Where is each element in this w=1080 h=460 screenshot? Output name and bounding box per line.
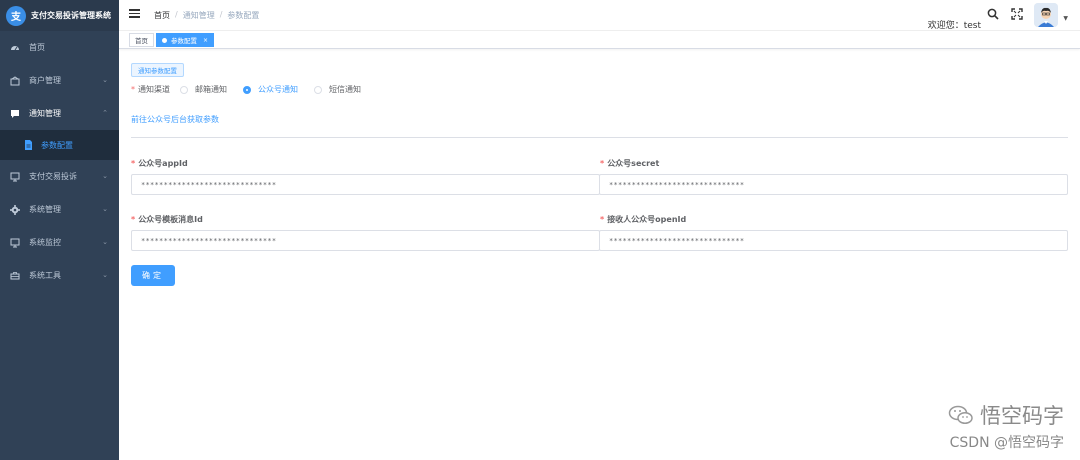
complaint-icon <box>10 172 20 182</box>
chevron-down-icon: ⌄ <box>102 76 108 84</box>
radio-circle <box>180 85 188 94</box>
sidebar-item-monitor[interactable]: 系统监控 ⌄ <box>0 226 119 259</box>
breadcrumb-level1: 通知管理 <box>182 11 215 20</box>
chevron-down-icon: ⌄ <box>102 172 108 180</box>
radio-label: 公众号通知 <box>258 85 298 94</box>
caret-down-icon[interactable]: ▼ <box>1063 15 1068 22</box>
main-content: 通知参数配置 * 通知渠道 邮箱通知 公众号通知 短信通知 前往公众号后台获取参… <box>119 49 1080 460</box>
radio-email[interactable]: 邮箱通知 <box>180 84 227 95</box>
avatar[interactable] <box>1034 3 1058 27</box>
radio-circle <box>243 85 251 94</box>
required-mark: * <box>131 85 135 94</box>
tag-params-active[interactable]: 参数配置 × <box>156 33 215 47</box>
get-params-link[interactable]: 前往公众号后台获取参数 <box>131 114 219 125</box>
field-label-text: 公众号appId <box>138 159 188 168</box>
field-label-text: 接收人公众号openId <box>607 215 687 224</box>
channel-row: * 通知渠道 邮箱通知 公众号通知 短信通知 <box>131 84 377 95</box>
tag-label: 参数配置 <box>171 37 197 45</box>
appid-input[interactable]: ****************************** <box>131 174 600 195</box>
watermark-line1: 悟空码字 <box>948 400 1064 430</box>
close-icon[interactable]: × <box>203 37 208 44</box>
sidebar-item-system[interactable]: 系统管理 ⌄ <box>0 193 119 226</box>
sidebar-item-label: 商户管理 <box>29 76 61 85</box>
document-icon <box>23 140 33 150</box>
sidebar-subitem-label: 参数配置 <box>41 140 73 150</box>
sidebar-menu: 首页 商户管理 ⌄ 通知管理 ⌃ 参数配置 支付交易投诉 ⌄ 系统管理 ⌄ 系统… <box>0 31 119 292</box>
sidebar-item-label: 系统管理 <box>29 205 61 214</box>
chevron-down-icon: ⌄ <box>102 238 108 246</box>
search-icon[interactable] <box>987 8 999 20</box>
sidebar-item-complaint[interactable]: 支付交易投诉 ⌄ <box>0 160 119 193</box>
breadcrumb-home[interactable]: 首页 <box>154 10 170 21</box>
sidebar-item-label: 系统监控 <box>29 238 61 247</box>
field-label-text: 公众号模板消息Id <box>138 215 203 224</box>
brand: 支 支付交易投诉管理系统 <box>0 0 119 31</box>
required-mark: * <box>600 159 605 168</box>
radio-label: 邮箱通知 <box>195 85 227 94</box>
tags-bar: 首页 参数配置 × <box>119 31 1080 49</box>
required-mark: * <box>131 159 136 168</box>
breadcrumb-separator: / <box>219 10 223 19</box>
toolbox-icon <box>10 271 20 281</box>
message-icon <box>10 109 20 119</box>
sidebar: 支 支付交易投诉管理系统 首页 商户管理 ⌄ 通知管理 ⌃ 参数配置 支付交易投… <box>0 0 119 460</box>
monitor-icon <box>10 238 20 248</box>
sidebar-item-label: 首页 <box>29 43 45 52</box>
sidebar-item-label: 系统工具 <box>29 271 61 280</box>
sidebar-item-tools[interactable]: 系统工具 ⌄ <box>0 259 119 292</box>
welcome-text: 欢迎您：test <box>927 21 981 31</box>
active-dot-icon <box>162 37 167 43</box>
openid-label: * 接收人公众号openId <box>600 214 686 225</box>
watermark-line2: CSDN @悟空码字 <box>949 435 1064 451</box>
chevron-down-icon: ⌄ <box>102 205 108 213</box>
radio-label: 短信通知 <box>329 85 361 94</box>
field-label-text: 公众号secret <box>607 159 660 168</box>
template-id-input[interactable]: ****************************** <box>131 230 600 251</box>
sidebar-item-home[interactable]: 首页 <box>0 31 119 64</box>
app-title: 支付交易投诉管理系统 <box>31 11 111 20</box>
secret-label: * 公众号secret <box>600 158 659 169</box>
chevron-down-icon: ⌄ <box>102 271 108 279</box>
radio-wechat-official[interactable]: 公众号通知 <box>243 84 298 95</box>
radio-circle <box>314 85 322 94</box>
breadcrumb-separator: / <box>175 10 178 19</box>
tag-home[interactable]: 首页 <box>129 33 154 47</box>
watermark-text: 悟空码字 <box>980 404 1064 428</box>
submit-button[interactable]: 确定 <box>131 265 175 286</box>
template-id-label: * 公众号模板消息Id <box>131 214 203 225</box>
divider <box>131 137 1068 138</box>
hamburger-icon[interactable] <box>129 9 140 18</box>
sidebar-item-notify[interactable]: 通知管理 ⌃ <box>0 97 119 130</box>
merchant-icon <box>10 75 20 86</box>
appid-label: * 公众号appId <box>131 158 188 169</box>
sidebar-item-label: 通知管理 <box>29 109 61 118</box>
fullscreen-icon[interactable] <box>1011 8 1023 20</box>
app-logo: 支 <box>6 5 26 26</box>
sidebar-subitem-params[interactable]: 参数配置 <box>0 130 119 160</box>
sidebar-item-merchant[interactable]: 商户管理 ⌄ <box>0 64 119 97</box>
notify-params-button[interactable]: 通知参数配置 <box>131 63 184 77</box>
wechat-icon <box>948 405 973 425</box>
dashboard-icon <box>10 43 20 53</box>
channel-label: 通知渠道 <box>138 85 170 94</box>
openid-input[interactable]: ****************************** <box>599 230 1068 251</box>
breadcrumb-level2: 参数配置 <box>227 11 260 20</box>
secret-input[interactable]: ****************************** <box>599 174 1068 195</box>
required-mark: * <box>131 215 136 224</box>
sidebar-item-label: 支付交易投诉 <box>29 172 77 181</box>
chevron-up-icon: ⌃ <box>102 109 108 117</box>
watermark: 悟空码字 CSDN @悟空码字 <box>948 400 1064 452</box>
tag-label: 首页 <box>135 37 148 45</box>
radio-sms[interactable]: 短信通知 <box>314 84 361 95</box>
breadcrumb: 首页 / 通知管理 / 参数配置 <box>154 10 259 21</box>
required-mark: * <box>600 215 605 224</box>
gear-icon <box>10 204 20 215</box>
top-header: 首页 / 通知管理 / 参数配置 欢迎您：test ▼ <box>119 0 1080 31</box>
